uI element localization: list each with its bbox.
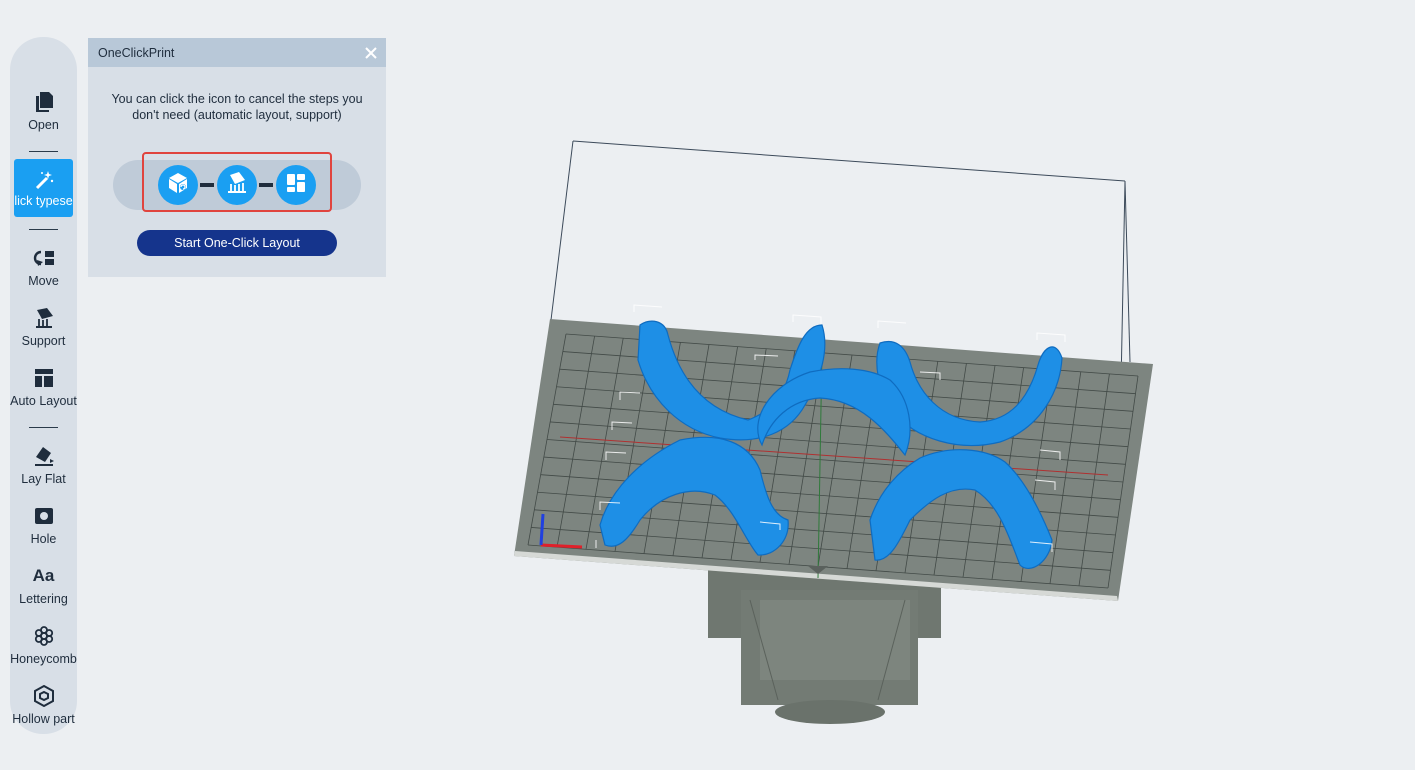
tool-label: lick typese: [14, 194, 73, 208]
panel-description: You can click the icon to cancel the ste…: [111, 92, 363, 122]
tool-move[interactable]: Move: [10, 245, 77, 303]
divider: [29, 151, 58, 152]
lettering-icon: Aa: [32, 566, 55, 585]
lay-flat-icon: [33, 445, 55, 467]
hole-icon: [33, 505, 55, 527]
honeycomb-icon: [33, 625, 55, 647]
printer-base: [708, 570, 941, 724]
tool-hollow[interactable]: Hollow part: [10, 683, 77, 741]
tool-label: Move: [28, 274, 59, 288]
tool-label: Hole: [30, 532, 57, 546]
left-toolbar: Open lick typese Move Support Auto Layou…: [10, 37, 77, 734]
tool-hole[interactable]: Hole: [10, 503, 77, 561]
move-icon: [33, 247, 55, 269]
tool-label: Auto Layout: [10, 394, 77, 408]
divider: [29, 427, 58, 428]
layout-icon: [33, 367, 55, 389]
tool-lettering[interactable]: Aa Lettering: [10, 563, 77, 621]
file-icon: [33, 91, 55, 113]
magic-wand-icon: [33, 169, 55, 191]
hollow-icon: [33, 685, 55, 707]
tool-support[interactable]: Support: [10, 305, 77, 363]
tool-label: Lettering: [19, 592, 68, 606]
tool-one-click[interactable]: lick typese: [14, 159, 73, 217]
tool-lay-flat[interactable]: Lay Flat: [10, 443, 77, 501]
steps-highlight-box: [142, 152, 332, 212]
tool-open[interactable]: Open: [10, 89, 77, 147]
panel-title: OneClickPrint: [98, 45, 175, 60]
tool-label: Hollow part: [12, 712, 75, 726]
tool-label: Support: [21, 334, 66, 348]
tool-label: Honeycomb: [10, 652, 77, 666]
support-icon: [33, 307, 55, 329]
tool-label: Open: [28, 118, 59, 132]
start-one-click-layout-button[interactable]: Start One-Click Layout: [137, 230, 337, 256]
close-icon[interactable]: [364, 46, 378, 60]
tool-label: Lay Flat: [21, 472, 66, 486]
panel-header: OneClickPrint: [88, 38, 386, 67]
tool-honeycomb[interactable]: Honeycomb: [10, 623, 77, 681]
tool-auto-layout[interactable]: Auto Layout: [10, 365, 77, 423]
divider: [29, 229, 58, 230]
one-click-print-panel: OneClickPrint You can click the icon to …: [88, 38, 386, 277]
